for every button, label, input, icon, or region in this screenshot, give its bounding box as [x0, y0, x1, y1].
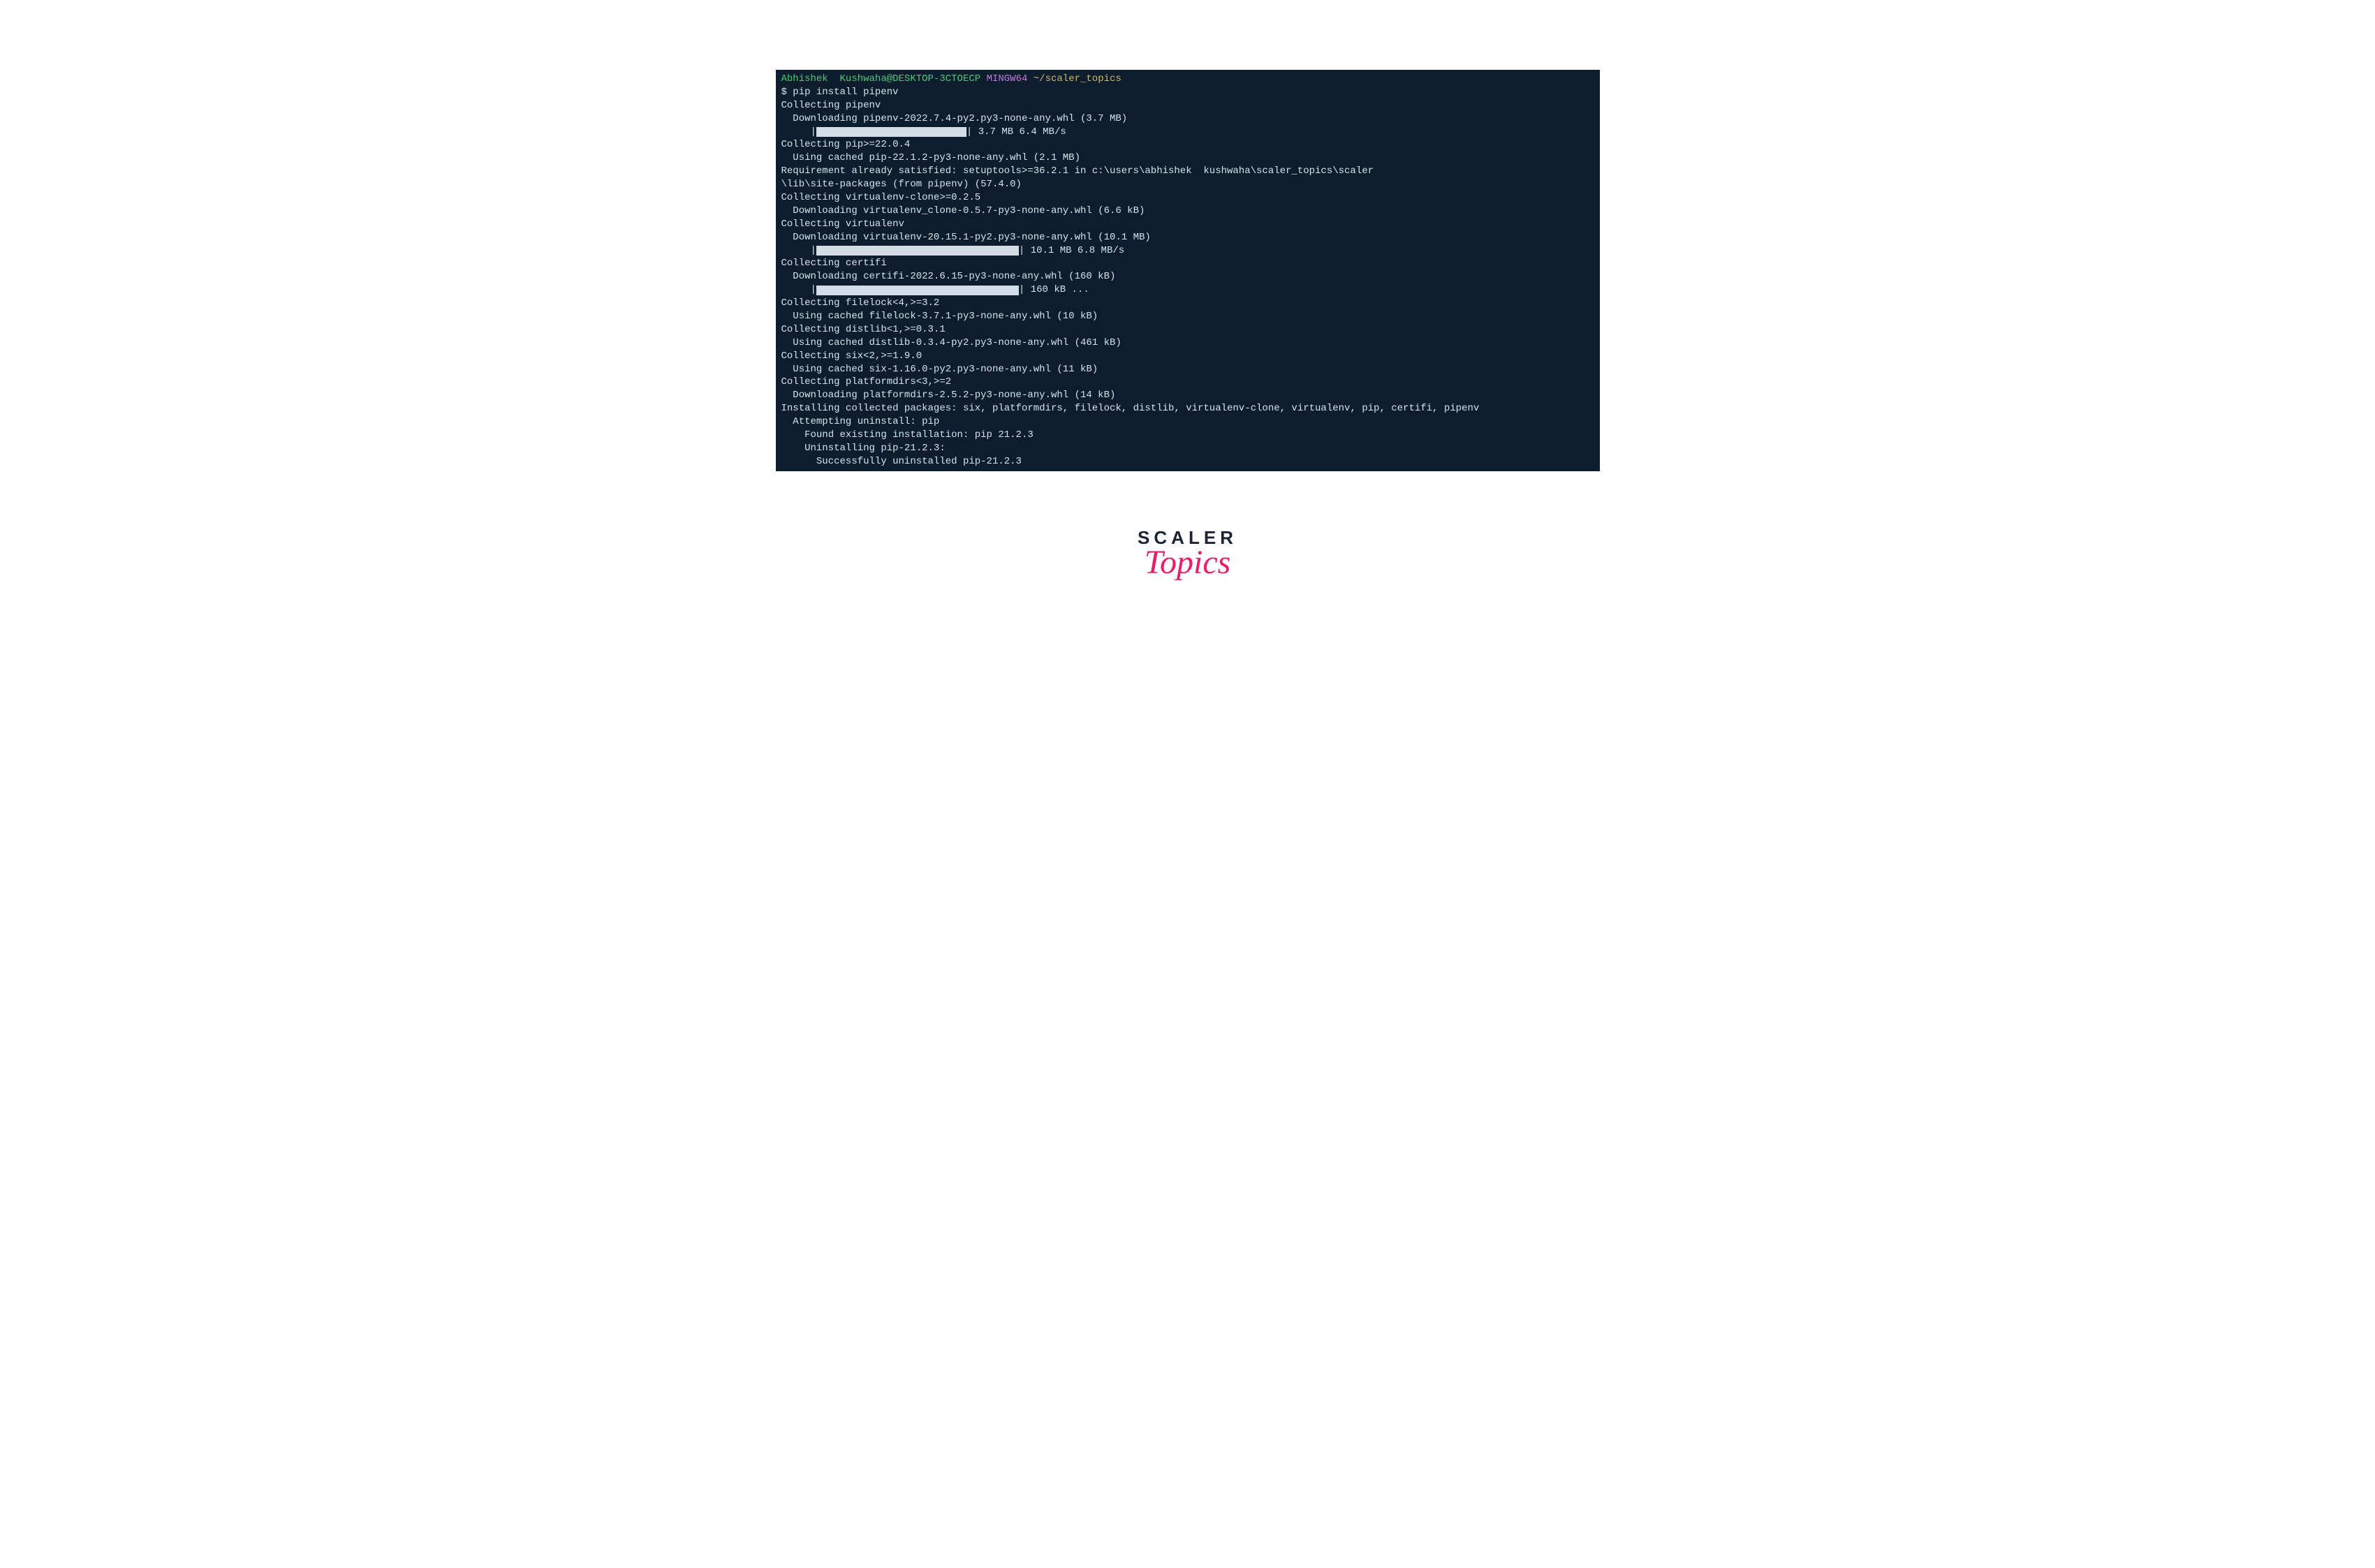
output-line: Using cached pip-22.1.2-py3-none-any.whl…	[781, 151, 1594, 165]
output-line: Using cached six-1.16.0-py2.py3-none-any…	[781, 363, 1594, 376]
output-line: Using cached distlib-0.3.4-py2.py3-none-…	[781, 336, 1594, 350]
progress-bar	[816, 246, 1019, 256]
prompt-line: Abhishek Kushwaha@DESKTOP-3CTOECP MINGW6…	[781, 73, 1594, 86]
output-line: Collecting platformdirs<3,>=2	[781, 376, 1594, 389]
progress-prefix: |	[781, 244, 816, 258]
output-line: Downloading certifi-2022.6.15-py3-none-a…	[781, 270, 1594, 283]
output-line: Uninstalling pip-21.2.3:	[781, 442, 1594, 455]
progress-bar	[816, 286, 1019, 295]
output-line: Collecting filelock<4,>=3.2	[781, 297, 1594, 310]
output-line: Attempting uninstall: pip	[781, 415, 1594, 429]
logo-topics-text: Topics	[1138, 543, 1237, 582]
output-line: Successfully uninstalled pip-21.2.3	[781, 455, 1594, 468]
logo-container: SCALER Topics	[1138, 527, 1237, 582]
progress-line: | | 3.7 MB 6.4 MB/s	[781, 126, 1594, 139]
output-line: Collecting pip>=22.0.4	[781, 138, 1594, 151]
output-line: Downloading platformdirs-2.5.2-py3-none-…	[781, 389, 1594, 402]
progress-suffix: | 160 kB ...	[1019, 283, 1089, 297]
terminal-window: Abhishek Kushwaha@DESKTOP-3CTOECP MINGW6…	[776, 70, 1600, 471]
progress-prefix: |	[781, 283, 816, 297]
output-line: \lib\site-packages (from pipenv) (57.4.0…	[781, 178, 1594, 191]
progress-suffix: | 10.1 MB 6.8 MB/s	[1019, 244, 1124, 258]
output-line: Collecting six<2,>=1.9.0	[781, 350, 1594, 363]
command-line: $ pip install pipenv	[781, 86, 1594, 99]
output-line: Downloading virtualenv_clone-0.5.7-py3-n…	[781, 205, 1594, 218]
output-line: Collecting virtualenv-clone>=0.2.5	[781, 191, 1594, 205]
output-line: Downloading virtualenv-20.15.1-py2.py3-n…	[781, 231, 1594, 244]
output-line: Collecting pipenv	[781, 99, 1594, 112]
progress-line: | | 10.1 MB 6.8 MB/s	[781, 244, 1594, 258]
output-line: Requirement already satisfied: setuptool…	[781, 165, 1594, 178]
output-line: Installing collected packages: six, plat…	[781, 402, 1594, 415]
user-host: Abhishek Kushwaha@DESKTOP-3CTOECP	[781, 73, 981, 84]
output-line: Collecting distlib<1,>=0.3.1	[781, 323, 1594, 336]
progress-bar	[816, 127, 966, 137]
output-line: Found existing installation: pip 21.2.3	[781, 429, 1594, 442]
output-line: Collecting virtualenv	[781, 218, 1594, 231]
output-line: Using cached filelock-3.7.1-py3-none-any…	[781, 310, 1594, 323]
output-line: Collecting certifi	[781, 257, 1594, 270]
progress-suffix: | 3.7 MB 6.4 MB/s	[966, 126, 1066, 139]
output-line: Downloading pipenv-2022.7.4-py2.py3-none…	[781, 112, 1594, 126]
shell-name: MINGW64	[987, 73, 1028, 84]
current-path: ~/scaler_topics	[1034, 73, 1122, 84]
progress-prefix: |	[781, 126, 816, 139]
progress-line: | | 160 kB ...	[781, 283, 1594, 297]
